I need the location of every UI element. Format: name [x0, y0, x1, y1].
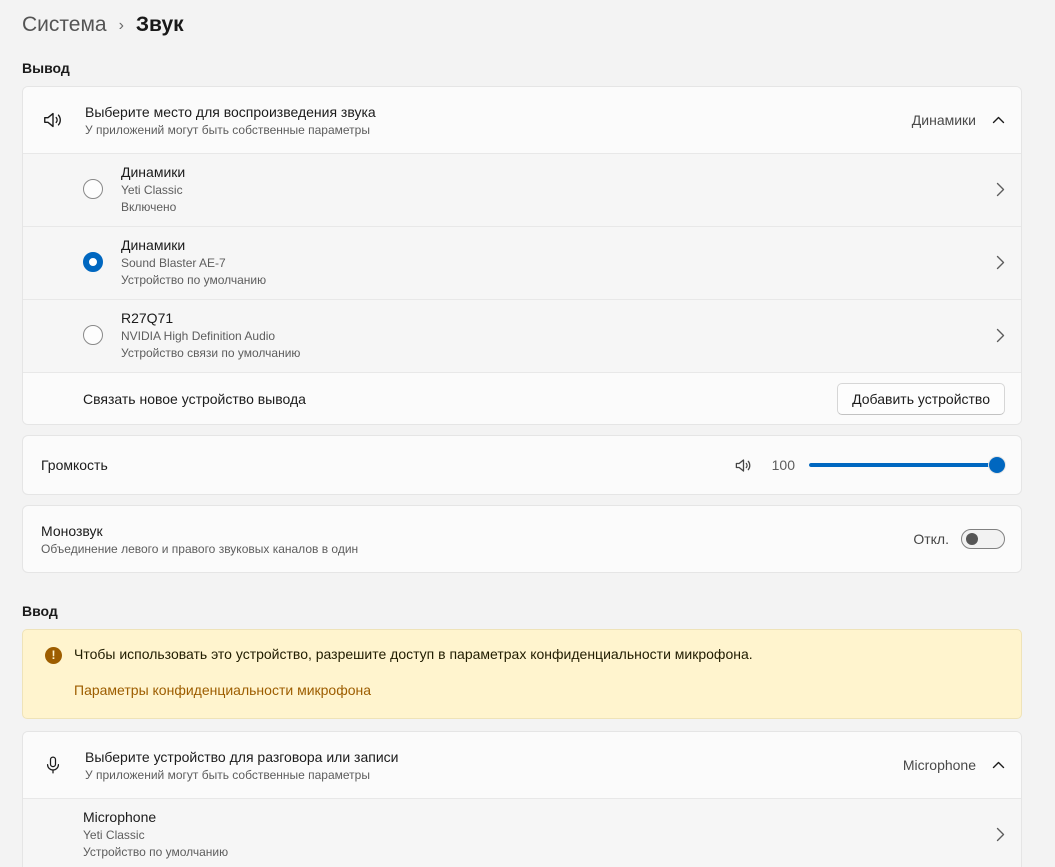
radio-button[interactable]: [83, 325, 103, 345]
mic-privacy-banner: ! Чтобы использовать это устройство, раз…: [22, 629, 1022, 719]
device-status: Включено: [121, 200, 185, 214]
output-chooser-text: Выберите место для воспроизведения звука…: [85, 104, 376, 137]
device-detail: Yeti Classic: [121, 183, 185, 197]
breadcrumb-system[interactable]: Система: [22, 13, 107, 37]
microphone-icon: [41, 754, 65, 776]
device-name: R27Q71: [121, 310, 300, 326]
volume-card: Громкость 100: [22, 435, 1022, 495]
warning-icon: !: [45, 647, 62, 664]
output-device-expander: Выберите место для воспроизведения звука…: [22, 86, 1022, 425]
chevron-up-icon[interactable]: [992, 116, 1005, 124]
device-name: Microphone: [83, 809, 228, 825]
output-chooser-right: Динамики: [912, 112, 1005, 128]
toggle-knob: [966, 533, 978, 545]
selected-output-device: Динамики: [912, 112, 976, 128]
mono-toggle[interactable]: [961, 529, 1005, 549]
volume-slider-thumb[interactable]: [989, 457, 1005, 473]
device-status: Устройство связи по умолчанию: [121, 346, 300, 360]
device-detail: Sound Blaster AE-7: [121, 256, 266, 270]
volume-label: Громкость: [41, 457, 108, 473]
input-device-expander: Выберите устройство для разговора или за…: [22, 731, 1022, 867]
output-device-row-r27q71[interactable]: R27Q71 NVIDIA High Definition Audio Устр…: [23, 299, 1021, 372]
input-chooser-text: Выберите устройство для разговора или за…: [85, 749, 398, 782]
radio-button[interactable]: [83, 179, 103, 199]
chevron-up-icon[interactable]: [992, 761, 1005, 769]
input-section-label: Ввод: [22, 603, 1022, 619]
device-status: Устройство по умолчанию: [83, 845, 228, 859]
page-title: Звук: [136, 13, 184, 37]
volume-value: 100: [769, 457, 795, 473]
sound-settings-page: Система › Звук Вывод Выберите место для …: [0, 0, 1055, 867]
input-device-list: Microphone Yeti Classic Устройство по ум…: [23, 798, 1021, 867]
chevron-right-icon[interactable]: [996, 827, 1005, 842]
volume-slider[interactable]: [809, 455, 997, 475]
selected-input-device: Microphone: [903, 757, 976, 773]
output-chooser-subtitle: У приложений могут быть собственные пара…: [85, 123, 376, 137]
input-device-chooser-header[interactable]: Выберите устройство для разговора или за…: [23, 732, 1021, 798]
mic-privacy-link[interactable]: Параметры конфиденциальности микрофона: [74, 682, 371, 698]
breadcrumb: Система › Звук: [22, 8, 1022, 42]
output-device-row-soundblaster[interactable]: Динамики Sound Blaster AE-7 Устройство п…: [23, 226, 1021, 299]
device-detail: NVIDIA High Definition Audio: [121, 329, 300, 343]
output-chooser-title: Выберите место для воспроизведения звука: [85, 104, 376, 120]
volume-row: Громкость 100: [23, 436, 1021, 494]
output-device-list: Динамики Yeti Classic Включено Динамики …: [23, 153, 1021, 372]
warning-text: Чтобы использовать это устройство, разре…: [74, 646, 753, 662]
input-chooser-subtitle: У приложений могут быть собственные пара…: [85, 768, 398, 782]
device-name: Динамики: [121, 237, 266, 253]
chevron-right-icon[interactable]: [996, 328, 1005, 343]
input-chooser-right: Microphone: [903, 757, 1005, 773]
add-output-device-button[interactable]: Добавить устройство: [837, 383, 1005, 415]
breadcrumb-separator-icon: ›: [119, 15, 124, 35]
mono-audio-row: Монозвук Объединение левого и правого зв…: [23, 506, 1021, 572]
pair-output-device-row: Связать новое устройство вывода Добавить…: [23, 372, 1021, 424]
device-status: Устройство по умолчанию: [121, 273, 266, 287]
pair-output-label: Связать новое устройство вывода: [83, 391, 306, 407]
output-section-label: Вывод: [22, 60, 1022, 76]
input-chooser-title: Выберите устройство для разговора или за…: [85, 749, 398, 765]
volume-icon[interactable]: [731, 456, 755, 475]
output-device-row-yeti[interactable]: Динамики Yeti Classic Включено: [23, 154, 1021, 226]
speaker-icon: [41, 109, 65, 131]
output-device-chooser-header[interactable]: Выберите место для воспроизведения звука…: [23, 87, 1021, 153]
mono-audio-card: Монозвук Объединение левого и правого зв…: [22, 505, 1022, 573]
radio-button-selected[interactable]: [83, 252, 103, 272]
device-name: Динамики: [121, 164, 185, 180]
mono-toggle-state: Откл.: [913, 531, 949, 547]
device-detail: Yeti Classic: [83, 828, 228, 842]
input-device-row-microphone[interactable]: Microphone Yeti Classic Устройство по ум…: [23, 799, 1021, 867]
mono-subtitle: Объединение левого и правого звуковых ка…: [41, 542, 358, 556]
chevron-right-icon[interactable]: [996, 182, 1005, 197]
mono-label: Монозвук: [41, 523, 358, 539]
chevron-right-icon[interactable]: [996, 255, 1005, 270]
